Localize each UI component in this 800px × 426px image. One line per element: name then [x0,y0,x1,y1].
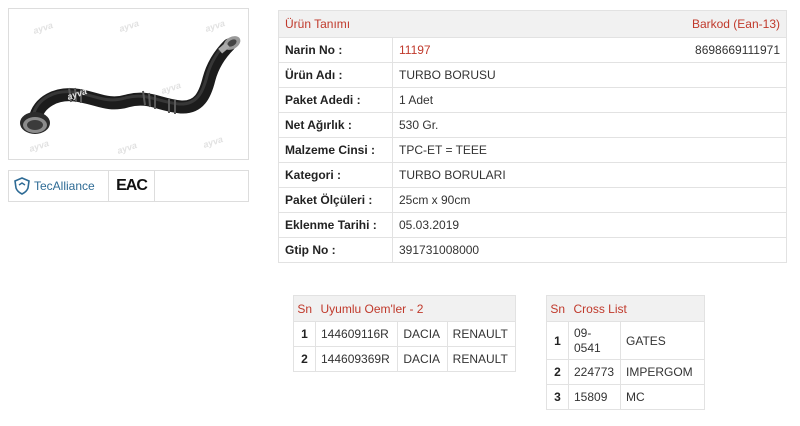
oem-make: RENAULT [446,346,517,372]
oem-brand: DACIA [397,321,448,347]
tecalliance-label: TecAlliance [34,179,95,193]
table-row[interactable]: 2 144609369R DACIA RENAULT [293,346,517,372]
info-row: Gtip No : 391731008000 [278,237,788,263]
table-row[interactable]: 1 09- 0541 GATES [546,321,705,360]
barcode-value: 8698669111971 [607,37,788,63]
info-row: Eklenme Tarihi : 05.03.2019 [278,212,788,238]
info-row: Paket Ölçüleri : 25cm x 90cm [278,187,788,213]
cross-code: 09- 0541 [568,321,621,360]
info-value: 11197 [392,37,608,63]
eac-logo: EAC [109,171,155,201]
info-label: Malzeme Cinsi : [278,137,393,163]
cross-code-part: 0541 [574,340,601,355]
tecalliance-logo: TecAlliance [9,171,109,201]
cross-header-row: Sn Cross List [546,295,705,322]
info-row: Net Ağırlık : 530 Gr. [278,112,788,138]
sn-header: Sn [293,295,316,322]
cross-brand: IMPERGOM [620,359,705,385]
row-number: 3 [546,384,569,410]
oem-make: RENAULT [446,321,517,347]
cross-list-table: Sn Cross List 1 09- 0541 GATES 2 224773 I… [546,295,705,410]
table-row[interactable]: 2 224773 IMPERGOM [546,359,705,385]
oem-code: 144609116R [314,321,399,347]
shield-icon [14,177,30,195]
info-row: Malzeme Cinsi : TPC-ET = TEEE [278,137,788,163]
info-value: TURBO BORULARI [392,162,608,188]
info-label: Narin No : [278,37,393,63]
eac-label: EAC [116,177,148,194]
cross-code: 224773 [568,359,621,385]
info-label: Eklenme Tarihi : [278,212,393,238]
info-label: Net Ağırlık : [278,112,393,138]
info-value: 391731008000 [392,237,608,263]
cross-code-part: 09- [574,325,592,340]
info-value: TPC-ET = TEEE [392,137,608,163]
info-label: Paket Adedi : [278,87,393,113]
row-number: 1 [546,321,569,360]
row-number: 2 [293,346,316,372]
sn-header: Sn [546,295,569,322]
info-header-row: Ürün Tanımı Barkod (Ean-13) [278,10,788,38]
info-row: Paket Adedi : 1 Adet [278,87,788,113]
info-row: Ürün Adı : TURBO BORUSU [278,62,788,88]
row-number: 2 [546,359,569,385]
info-value: 05.03.2019 [392,212,608,238]
info-value: 530 Gr. [392,112,608,138]
info-value: 25cm x 90cm [392,187,608,213]
info-label: Kategori : [278,162,393,188]
oem-header-row: Sn Uyumlu Oem'ler - 2 [293,295,516,322]
oem-title: Uyumlu Oem'ler - 2 [315,295,516,322]
oem-brand: DACIA [397,346,448,372]
row-number: 1 [293,321,316,347]
table-row[interactable]: 1 144609116R DACIA RENAULT [293,321,517,347]
product-image[interactable]: ayva ayva ayva ayva ayva ayva ayva ayva [8,8,249,160]
info-label: Gtip No : [278,237,393,263]
oem-table: Sn Uyumlu Oem'ler - 2 1 144609116R DACIA… [293,295,517,372]
info-header-title: Ürün Tanımı [278,10,393,38]
info-label: Paket Ölçüleri : [278,187,393,213]
product-info-table: Ürün Tanımı Barkod (Ean-13) Narin No : 1… [278,10,788,263]
cross-brand: MC [620,384,705,410]
oem-code: 144609369R [314,346,399,372]
info-label: Ürün Adı : [278,62,393,88]
certification-logos: TecAlliance EAC [8,170,249,202]
barcode-header: Barkod (Ean-13) [607,10,788,38]
info-row: Narin No : 11197 8698669111971 [278,37,788,63]
info-row: Kategori : TURBO BORULARI [278,162,788,188]
table-row[interactable]: 3 15809 MC [546,384,705,410]
info-value: TURBO BORUSU [392,62,608,88]
info-value: 1 Adet [392,87,608,113]
cross-brand: GATES [620,321,705,360]
cross-code: 15809 [568,384,621,410]
cross-title: Cross List [568,295,705,322]
